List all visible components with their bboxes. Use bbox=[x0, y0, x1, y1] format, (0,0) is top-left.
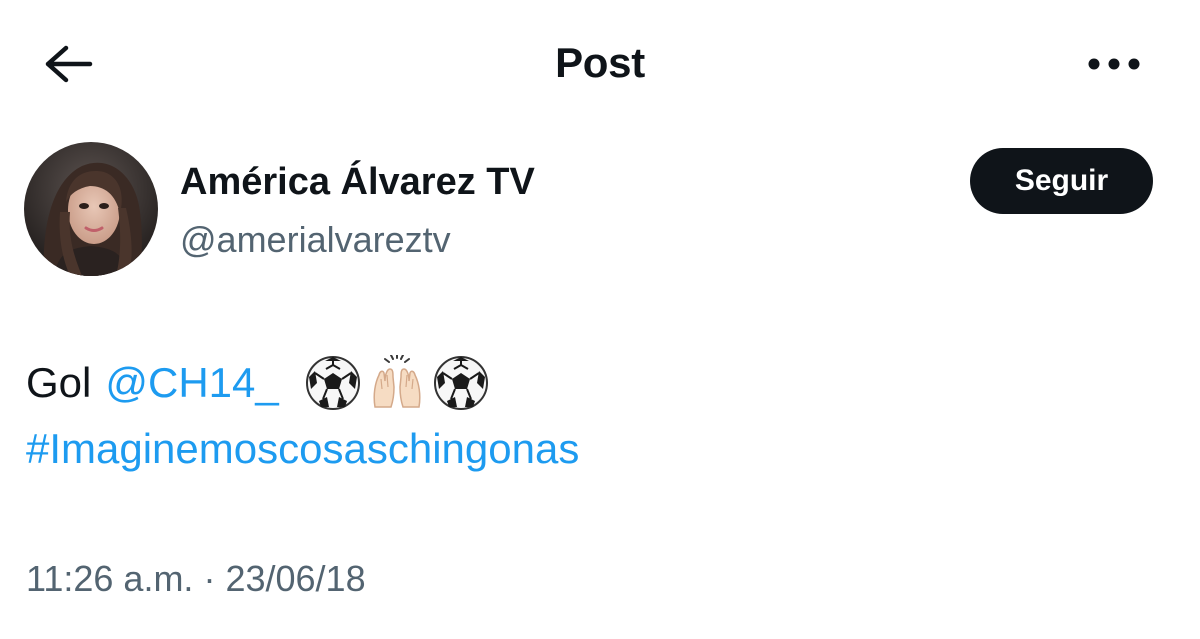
follow-button[interactable]: Seguir bbox=[970, 148, 1153, 214]
soccer-ball-icon bbox=[305, 356, 360, 410]
mention-link[interactable]: @CH14_ bbox=[105, 350, 278, 416]
post-word: Gol bbox=[26, 359, 92, 406]
more-options-button[interactable] bbox=[1078, 40, 1150, 88]
post-body: Gol @CH14_ #Imaginemoscosaschingonas bbox=[26, 350, 1166, 482]
display-name[interactable]: América Álvarez TV bbox=[180, 158, 535, 206]
post-line-1: Gol @CH14_ bbox=[26, 350, 1166, 416]
avatar[interactable] bbox=[24, 142, 158, 276]
more-horizontal-icon bbox=[1088, 58, 1140, 70]
post-date[interactable]: 23/06/18 bbox=[225, 558, 365, 599]
post-time[interactable]: 11:26 a.m. bbox=[26, 558, 193, 599]
post-line-2: #Imaginemoscosaschingonas bbox=[26, 416, 1166, 482]
soccer-ball-icon bbox=[433, 356, 488, 410]
raised-hands-icon bbox=[373, 355, 421, 408]
page-title: Post bbox=[555, 39, 645, 86]
post-timestamp: 11:26 a.m. · 23/06/18 bbox=[26, 556, 366, 602]
hashtag-link[interactable]: #Imaginemoscosaschingonas bbox=[26, 416, 579, 482]
user-handle[interactable]: @amerialvareztv bbox=[180, 217, 451, 263]
avatar-photo bbox=[24, 142, 158, 276]
post-author: América Álvarez TV @amerialvareztv Segui… bbox=[0, 140, 1200, 280]
top-bar: Post bbox=[0, 0, 1200, 124]
timestamp-separator: · bbox=[203, 558, 216, 599]
